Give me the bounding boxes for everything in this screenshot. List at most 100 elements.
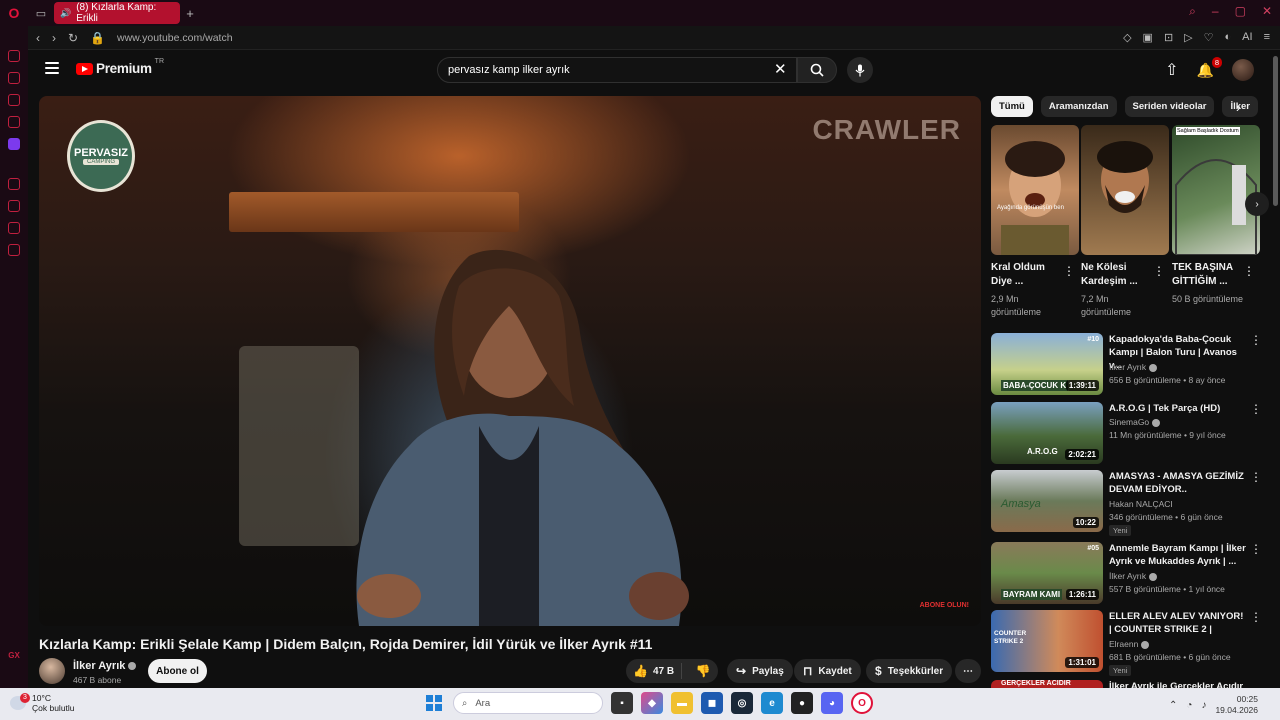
account-avatar[interactable]	[1232, 59, 1254, 81]
page-scrollbar[interactable]	[1273, 56, 1278, 206]
sidebar-aria-icon[interactable]	[8, 50, 20, 62]
sidebar-messenger-icon[interactable]	[8, 94, 20, 106]
sidebar-bag-icon[interactable]	[8, 72, 20, 84]
chip-series[interactable]: Seriden videolar	[1124, 96, 1215, 117]
video-player[interactable]: CRAWLER PERVASIZ CAMPING ABONE OLUN!	[39, 96, 981, 626]
more-actions-button[interactable]: ⋯	[955, 659, 981, 683]
recommended-video[interactable]: COUNTER STRIKE 2 1:31:01 ELLER ALEV ALEV…	[991, 610, 1262, 676]
copilot-icon[interactable]: ◆	[641, 692, 663, 714]
opera-logo-icon[interactable]: O	[0, 0, 28, 26]
sidebar-player-icon[interactable]	[8, 178, 20, 190]
rec-menu-icon[interactable]: ⋮	[1250, 470, 1262, 484]
back-icon[interactable]: ‹	[36, 31, 40, 45]
workspaces-icon[interactable]: ▭	[28, 0, 54, 26]
search-button[interactable]	[797, 57, 837, 83]
ai-button[interactable]: AI	[1242, 31, 1252, 44]
sidebar-whatsapp-icon[interactable]	[8, 116, 20, 128]
taskbar-search[interactable]: ⌕ Ara	[453, 692, 603, 714]
network-icon[interactable]: ◔	[1186, 700, 1192, 711]
gx-label[interactable]: GX	[8, 651, 20, 660]
rec-thumbnail[interactable]: #10 BABA-ÇOCUK K 1:39:11	[991, 333, 1103, 395]
search-input[interactable]: pervasız kamp ilker ayrık	[437, 57, 797, 83]
chip-all[interactable]: Tümü	[991, 96, 1033, 117]
close-window-button[interactable]: ✕	[1262, 4, 1272, 19]
minimize-button[interactable]: –	[1212, 4, 1219, 19]
rec-title[interactable]: A.R.O.G | Tek Parça (HD)	[1109, 402, 1247, 415]
like-button[interactable]: 👍 47 B	[626, 663, 683, 679]
rec-menu-icon[interactable]: ⋮	[1250, 542, 1262, 556]
rec-menu-icon[interactable]: ⋮	[1250, 610, 1262, 624]
sidebar-extensions-icon[interactable]	[8, 222, 20, 234]
task-view-icon[interactable]: ▪	[611, 692, 633, 714]
system-clock[interactable]: 00:25 19.04.2026	[1215, 694, 1258, 716]
short-title[interactable]: TEK BAŞINA GİTTİĞİM ...	[1172, 261, 1240, 289]
snapshot-icon[interactable]: ▣	[1143, 31, 1153, 44]
rec-channel[interactable]: İlker Ayrık	[1109, 571, 1158, 581]
sidebar-twitch-icon[interactable]	[8, 138, 20, 150]
recommended-video[interactable]: #10 BABA-ÇOCUK K 1:39:11 Kapadokya'da Ba…	[991, 333, 1262, 395]
voice-search-button[interactable]	[847, 57, 873, 83]
chip-from-search[interactable]: Aramanızdan	[1040, 96, 1117, 117]
heart-icon[interactable]: ♡	[1204, 31, 1214, 44]
rec-thumbnail[interactable]: #05 BAYRAM KAMI 1:26:11	[991, 542, 1103, 604]
short-menu-icon[interactable]: ⋮	[1153, 264, 1165, 278]
new-tab-button[interactable]: +	[180, 6, 200, 21]
recommended-video[interactable]: GERÇEKLER ACIDIR İlker Ayrık ile Gerçekl…	[991, 680, 1261, 688]
short-menu-icon[interactable]: ⋮	[1243, 264, 1255, 278]
recommended-video[interactable]: A.R.O.G 2:02:21 A.R.O.G | Tek Parça (HD)…	[991, 402, 1262, 464]
player-icon[interactable]: ▷	[1184, 31, 1192, 44]
rec-channel[interactable]: İlker Ayrık	[1109, 362, 1158, 372]
channel-avatar[interactable]	[39, 658, 65, 684]
rec-title[interactable]: AMASYA3 - AMASYA GEZİMİZ DEVAM EDİYOR..	[1109, 470, 1247, 496]
search-tabs-icon[interactable]: ⌕	[1189, 4, 1196, 19]
recommended-video[interactable]: Amasya 10:22 AMASYA3 - AMASYA GEZİMİZ DE…	[991, 470, 1262, 536]
reload-icon[interactable]: ↻	[68, 31, 78, 45]
thanks-button[interactable]: $ Teşekkürler	[866, 659, 953, 683]
subscribe-watermark[interactable]: ABONE OLUN!	[920, 602, 969, 610]
browser-tab-active[interactable]: 🔊 (8) Kızlarla Kamp: Erikli	[54, 2, 180, 24]
opera-taskbar-icon[interactable]: O	[851, 692, 873, 714]
rec-thumbnail[interactable]: COUNTER STRIKE 2 1:31:01	[991, 610, 1103, 672]
file-explorer-icon[interactable]: ▬	[671, 692, 693, 714]
short-menu-icon[interactable]: ⋮	[1063, 264, 1075, 278]
short-title[interactable]: Ne Kölesi Kardeşim ...	[1081, 261, 1149, 289]
short-thumbnail[interactable]	[1081, 125, 1169, 255]
guide-menu-icon[interactable]	[45, 62, 59, 74]
share-button[interactable]: ↪ Paylaş	[727, 659, 793, 683]
bookmark-icon[interactable]: ◇	[1123, 31, 1131, 44]
subscribe-button[interactable]: Abone ol	[148, 659, 207, 683]
recommended-video[interactable]: #05 BAYRAM KAMI 1:26:11 Annemle Bayram K…	[991, 542, 1262, 604]
save-button[interactable]: ⊓ Kaydet	[794, 659, 861, 683]
app-icon[interactable]: ●	[791, 692, 813, 714]
dislike-button[interactable]: 👎	[688, 664, 718, 678]
rec-thumbnail[interactable]: A.R.O.G 2:02:21	[991, 402, 1103, 464]
steam-icon[interactable]: ◎	[731, 692, 753, 714]
menu-icon[interactable]: ≡	[1264, 31, 1270, 44]
vpn-icon[interactable]: ⊡	[1164, 31, 1173, 44]
edge-icon[interactable]: e	[761, 692, 783, 714]
channel-name[interactable]: İlker Ayrık	[73, 660, 137, 672]
weather-widget[interactable]: 3 10°C Çok bulutlu	[10, 693, 75, 713]
forward-icon[interactable]: ›	[52, 31, 56, 45]
upload-icon[interactable]: ⇧	[1165, 60, 1178, 80]
rec-channel[interactable]: Elraenn	[1109, 639, 1150, 649]
youtube-logo[interactable]: Premium TR	[76, 58, 164, 76]
chip-channel[interactable]: İlker	[1222, 96, 1258, 117]
url-field[interactable]: www.youtube.com/watch	[117, 32, 233, 44]
speaker-icon[interactable]: 🔊	[60, 8, 71, 19]
rec-menu-icon[interactable]: ⋮	[1250, 402, 1262, 416]
rec-title[interactable]: ELLER ALEV ALEV YANIYOR! | COUNTER STRIK…	[1109, 610, 1247, 636]
short-thumbnail[interactable]: Sağlam Başladık Dostum	[1172, 125, 1260, 255]
start-button[interactable]	[423, 692, 445, 714]
profile-icon[interactable]: ◐	[1225, 31, 1232, 44]
lock-icon[interactable]: 🔒	[90, 31, 105, 45]
sidebar-settings-icon[interactable]	[8, 244, 20, 256]
rec-channel[interactable]: Hakan NALÇACI	[1109, 499, 1173, 509]
notifications-icon[interactable]: 🔔 8	[1197, 56, 1222, 79]
rec-thumbnail[interactable]: Amasya 10:22	[991, 470, 1103, 532]
rec-channel[interactable]: SinemaGo	[1109, 417, 1161, 427]
rec-title[interactable]: İlker Ayrık ile Gerçekler Acıdır |	[1109, 680, 1247, 688]
rec-menu-icon[interactable]: ⋮	[1250, 333, 1262, 347]
maximize-button[interactable]: ▢	[1235, 4, 1246, 19]
tray-overflow-icon[interactable]: ⌃	[1169, 700, 1177, 711]
